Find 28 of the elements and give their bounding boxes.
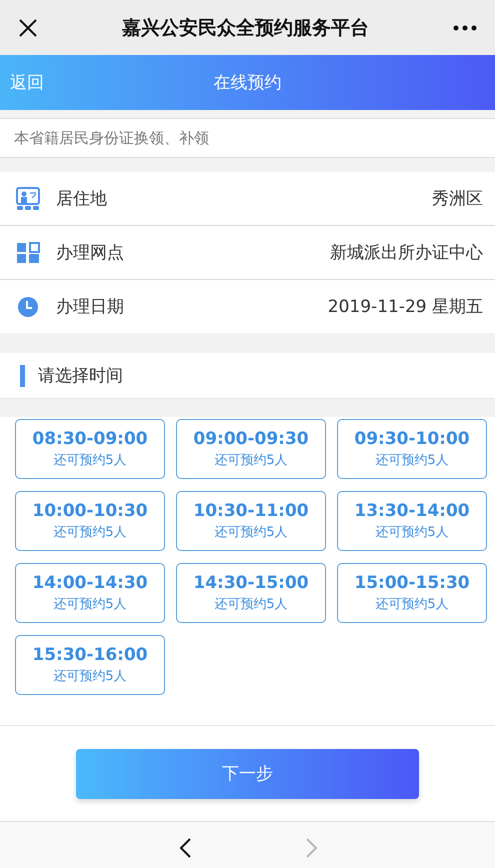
section-marker xyxy=(20,364,25,386)
close-icon[interactable] xyxy=(18,18,38,38)
field-value: 秀洲区 xyxy=(432,188,483,210)
field-label: 办理日期 xyxy=(56,296,125,318)
time-slot[interactable]: 09:00-09:30 还可预约5人 xyxy=(176,419,326,479)
time-slot[interactable]: 09:30-10:00 还可预约5人 xyxy=(337,419,487,479)
page-title: 在线预约 xyxy=(214,72,282,94)
back-link[interactable]: 返回 xyxy=(10,71,44,94)
time-slot[interactable]: 15:00-15:30 还可预约5人 xyxy=(337,563,487,623)
section-title: 请选择时间 xyxy=(38,365,123,387)
time-slot[interactable]: 10:00-10:30 还可预约5人 xyxy=(15,491,165,551)
time-slot[interactable]: 15:30-16:00 还可预约5人 xyxy=(15,635,165,695)
grid-icon xyxy=(16,242,40,264)
time-slot[interactable]: 13:30-14:00 还可预约5人 xyxy=(337,491,487,551)
presentation-icon xyxy=(16,186,40,210)
next-button[interactable]: 下一步 xyxy=(76,748,419,798)
time-slot[interactable]: 10:30-11:00 还可预约5人 xyxy=(176,491,326,551)
clock-icon xyxy=(16,294,40,318)
time-slot[interactable]: 14:00-14:30 还可预约5人 xyxy=(15,563,165,623)
field-value: 2019-11-29 星期五 xyxy=(328,296,483,318)
field-value: 新城派出所办证中心 xyxy=(330,242,483,264)
service-name: 本省籍居民身份证换领、补领 xyxy=(0,118,495,158)
time-slot[interactable]: 08:30-09:00 还可预约5人 xyxy=(15,419,165,479)
field-label: 居住地 xyxy=(56,188,108,210)
time-slot[interactable]: 14:30-15:00 还可预约5人 xyxy=(176,563,326,623)
more-icon[interactable] xyxy=(453,24,477,30)
window-title: 嘉兴公安民众全预约服务平台 xyxy=(122,16,369,40)
field-label: 办理网点 xyxy=(56,242,125,264)
